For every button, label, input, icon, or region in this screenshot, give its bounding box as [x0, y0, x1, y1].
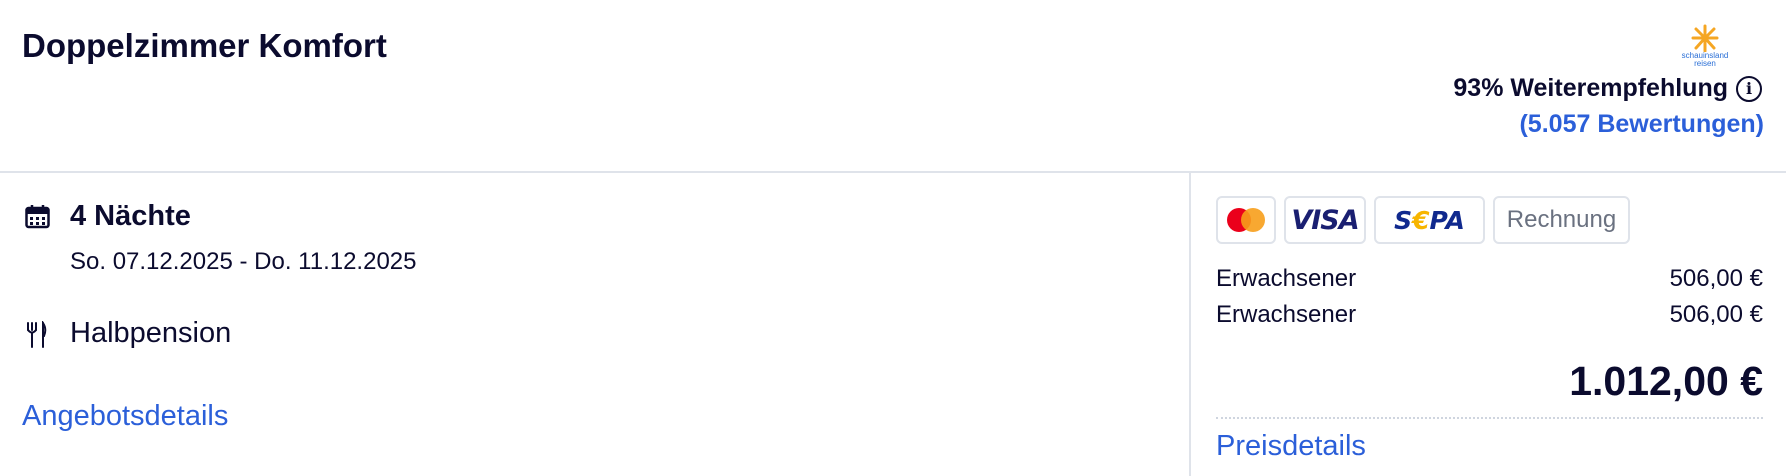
room-title: Doppelzimmer Komfort — [22, 27, 387, 64]
sepa-s: S — [1394, 205, 1413, 235]
sun-logo-icon — [1691, 24, 1719, 52]
price-row-label: Erwachsener — [1216, 265, 1357, 292]
price-row: Erwachsener 506,00 € — [1216, 265, 1763, 293]
calendar-icon — [25, 205, 50, 229]
sepa-badge: S € PA — [1374, 196, 1485, 244]
total-price: 1.012,00 € — [1569, 358, 1763, 404]
mastercard-icon — [1227, 208, 1265, 232]
nights-count: 4 Nächte — [70, 200, 191, 232]
fork-knife-icon — [27, 321, 47, 348]
sepa-pa: PA — [1429, 205, 1465, 235]
mastercard-badge — [1216, 196, 1276, 244]
sepa-euro: € — [1412, 205, 1430, 235]
logo-text-2: reisen — [1694, 59, 1716, 68]
info-icon[interactable]: i — [1736, 75, 1762, 102]
visa-badge: VISA — [1284, 196, 1366, 244]
price-details-link[interactable]: Preisdetails — [1216, 430, 1366, 463]
reviews-link[interactable]: (5.057 Bewertungen) — [1519, 110, 1764, 139]
payment-methods: VISA S € PA Rechnung — [1216, 196, 1630, 244]
recommendation-rate: 93% Weiterempfehlung — [1453, 74, 1728, 102]
price-row-label: Erwachsener — [1216, 301, 1357, 328]
recommendation-row: 93% Weiterempfehlung i — [1453, 74, 1762, 103]
tour-operator-logo: schauinsland reisen — [1675, 24, 1735, 72]
travel-dates: So. 07.12.2025 - Do. 11.12.2025 — [70, 248, 417, 275]
price-row: Erwachsener 506,00 € — [1216, 301, 1763, 329]
price-separator — [1216, 417, 1763, 419]
panel-divider — [1189, 173, 1191, 476]
offer-details-link[interactable]: Angebotsdetails — [22, 400, 228, 433]
board-type: Halbpension — [70, 317, 232, 349]
price-row-amount: 506,00 € — [1669, 301, 1763, 328]
price-row-amount: 506,00 € — [1669, 265, 1763, 292]
invoice-badge: Rechnung — [1493, 196, 1630, 244]
